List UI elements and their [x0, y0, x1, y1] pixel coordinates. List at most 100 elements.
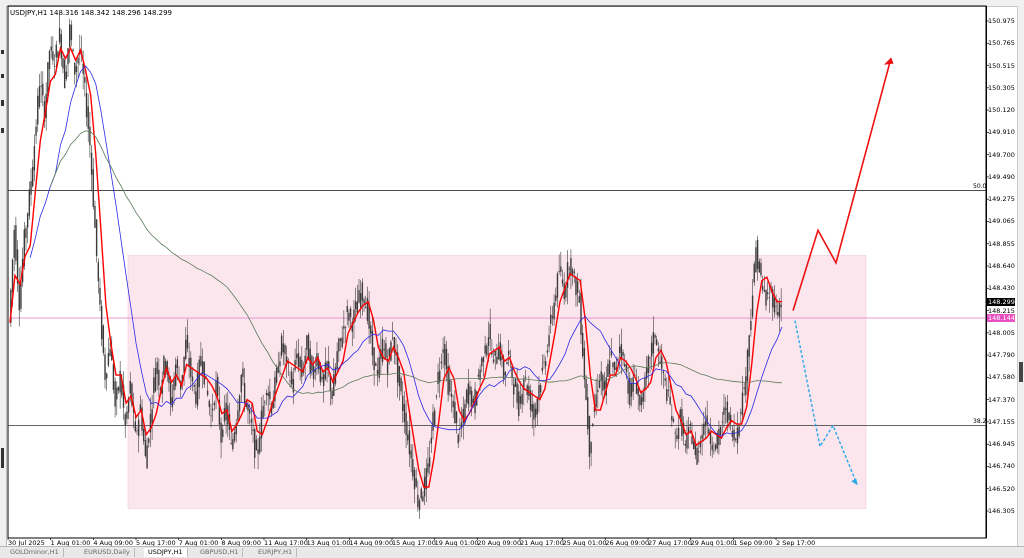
candle-body: [143, 428, 145, 442]
candle-body: [684, 443, 686, 446]
candle-body: [761, 285, 764, 290]
price-tick-label: 147.580: [988, 373, 1015, 382]
bullish-arrow-head: [883, 57, 894, 65]
candle-body: [321, 376, 323, 380]
candle-body: [33, 145, 36, 171]
candle-body: [743, 387, 745, 389]
candle-body: [454, 401, 456, 424]
candle-body: [745, 376, 747, 395]
candle-body: [25, 227, 27, 238]
candle-body: [763, 289, 766, 292]
candle-body: [213, 402, 216, 406]
candle-body: [37, 95, 39, 125]
price-tick-label: 146.945: [988, 440, 1015, 449]
candle-body: [254, 429, 256, 458]
candle-body: [413, 469, 416, 490]
candle-body: [94, 205, 96, 228]
candle-body: [220, 422, 222, 443]
candle-body: [489, 323, 491, 339]
candle-body: [444, 343, 446, 366]
candle-body: [156, 362, 158, 375]
candle-body: [289, 380, 291, 382]
candle-body: [77, 58, 79, 64]
candle-body: [420, 488, 422, 499]
candle-body: [339, 338, 342, 341]
candle-body: [402, 395, 404, 412]
price-tick-label: 148.430: [988, 284, 1015, 293]
candle-body: [598, 380, 601, 388]
tab-usdjpy[interactable]: USDJPY,H1: [144, 548, 188, 557]
candle-body: [312, 365, 315, 380]
price-chart[interactable]: [0, 0, 1024, 557]
candle-body: [148, 438, 150, 443]
candle-body: [519, 395, 522, 404]
candle-body: [264, 402, 266, 404]
candle-body: [691, 436, 693, 444]
candle-body: [524, 376, 527, 378]
price-tick-label: 149.490: [988, 172, 1015, 181]
candle-body: [100, 305, 103, 340]
candle-body: [713, 450, 715, 452]
candle-body: [200, 356, 202, 366]
candle-body: [418, 500, 421, 511]
candle-body: [114, 381, 116, 407]
candle-body: [550, 314, 552, 324]
candle-body: [711, 444, 713, 451]
candle-body: [346, 306, 348, 313]
candle-body: [410, 450, 412, 459]
price-tick-label: 150.305: [988, 83, 1015, 92]
candle-body: [607, 363, 609, 378]
candle-body: [102, 325, 105, 353]
candle-body: [349, 308, 352, 318]
candle-body: [565, 287, 567, 298]
candle-body: [703, 423, 705, 435]
candle-body: [433, 410, 436, 426]
candle-body: [561, 279, 564, 284]
candle-body: [117, 387, 120, 391]
candle-body: [230, 443, 232, 444]
candle-body: [124, 414, 126, 426]
tab-eurusd-daily[interactable]: EURUSD,Daily: [80, 548, 135, 557]
candle-body: [430, 437, 433, 444]
chart-tab-bar: GOLDminor,H1 EURUSD,Daily USDJPY,H1 GBPU…: [0, 546, 1024, 558]
candle-body: [28, 189, 31, 216]
candle-body: [109, 348, 111, 356]
candle-body: [32, 166, 34, 187]
tab-eurjpy[interactable]: EURJPY,H1: [254, 548, 298, 557]
candle-body: [222, 429, 224, 437]
candle-body: [428, 457, 431, 467]
candle-body: [405, 412, 407, 435]
tab-goldminor[interactable]: GOLDminor,H1: [6, 548, 64, 557]
candle-body: [750, 320, 752, 331]
candle-body: [343, 326, 345, 329]
candle-body: [630, 383, 633, 397]
candle-body: [203, 361, 205, 385]
candle-body: [240, 374, 242, 393]
candle-body: [50, 46, 52, 51]
candle-body: [467, 383, 470, 405]
candle-body: [383, 349, 385, 351]
tab-gbpusd[interactable]: GBPUSD,H1: [196, 548, 244, 557]
candle-body: [126, 411, 128, 419]
candle-body: [307, 334, 310, 361]
symbol-header: USDJPY,H1 148.316 148.342 148.296 148.29…: [10, 9, 172, 17]
candle-body: [692, 441, 695, 450]
candle-body: [185, 339, 187, 359]
candle-body: [408, 430, 411, 455]
candle-body: [381, 339, 384, 362]
candle-body: [116, 387, 118, 400]
candle-body: [35, 126, 37, 136]
candle-body: [153, 377, 155, 394]
candle-body: [67, 47, 69, 65]
candle-body: [632, 377, 634, 392]
candle-body: [169, 381, 172, 404]
candle-body: [777, 312, 779, 316]
candle-body: [575, 278, 577, 296]
candle-body: [70, 24, 73, 41]
candle-body: [618, 346, 621, 354]
candle-body: [677, 427, 680, 439]
candle-body: [257, 449, 259, 454]
price-tick-label: 146.305: [988, 507, 1015, 515]
candle-body: [13, 229, 15, 259]
candle-body: [590, 442, 592, 454]
